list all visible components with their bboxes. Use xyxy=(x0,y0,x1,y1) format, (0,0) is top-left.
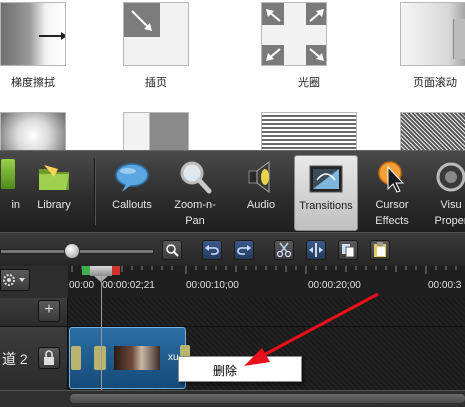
transition-thumb[interactable] xyxy=(123,112,189,150)
playhead-handle[interactable] xyxy=(90,266,112,276)
add-track-row: + xyxy=(0,298,465,326)
copy-icon xyxy=(342,244,355,258)
ruler-time-label: 00:00:10;00 xyxy=(186,280,239,291)
transition-caption: 光圈 xyxy=(298,77,320,89)
transition-thumb[interactable] xyxy=(261,112,357,150)
toolbar-separator xyxy=(94,159,96,225)
track-2-header: 道 2 xyxy=(0,327,68,391)
speaker-icon xyxy=(248,161,270,193)
timeline-scrollbar[interactable] xyxy=(0,390,465,407)
toolbar-cursor-effects-button[interactable]: Cursor Effects xyxy=(364,155,420,231)
ruler-time-label: 00:00:3 xyxy=(428,280,462,291)
add-track-button[interactable]: + xyxy=(38,300,60,322)
scissors-icon xyxy=(276,242,292,258)
toolbar-label: Cursor Effects xyxy=(375,199,409,227)
transition-thumb-gradient-wipe[interactable] xyxy=(0,2,66,66)
visual-properties-icon xyxy=(436,162,465,192)
toolbar-label: Audio xyxy=(246,199,276,211)
timeline-ruler: 00:00 00:00:02;21 00:00:10;00 00:00:20;0… xyxy=(0,266,465,298)
cut-button[interactable] xyxy=(274,240,294,260)
empty-track-area xyxy=(68,298,465,326)
toolbar-visual-properties-button[interactable]: Visu Proper xyxy=(426,155,465,231)
ruler-time-label: 00:00 xyxy=(69,280,95,291)
timeline-control-bar xyxy=(0,232,465,266)
lock-icon xyxy=(44,350,54,365)
transition-caption: 插页 xyxy=(145,77,167,89)
plus-icon: + xyxy=(44,301,54,318)
toolbar-label: in xyxy=(11,199,20,211)
transition-thumb[interactable] xyxy=(400,112,465,150)
folder-icon xyxy=(39,165,69,190)
split-button[interactable] xyxy=(306,240,326,260)
settings-dropdown-button[interactable] xyxy=(0,269,30,291)
track-settings-area xyxy=(0,266,69,298)
context-menu-delete[interactable]: 删除 xyxy=(213,362,237,379)
clip-handle-left[interactable] xyxy=(71,346,81,370)
context-menu: 删除 xyxy=(178,356,302,382)
clip-split-handle[interactable] xyxy=(94,346,106,370)
main-toolbar: in Library Callouts Zoom-n- Pan Audio Tr… xyxy=(0,150,465,232)
scrollbar-thumb[interactable] xyxy=(70,394,465,403)
undo-icon xyxy=(205,245,219,255)
out-point-marker[interactable] xyxy=(112,266,120,275)
ruler-time-label: 00:00:20;00 xyxy=(308,280,361,291)
arrow-right-icon xyxy=(39,32,65,40)
toolbar-audio-button[interactable]: Audio xyxy=(236,155,286,231)
redo-button[interactable] xyxy=(234,240,254,260)
zoom-slider-handle[interactable] xyxy=(64,243,80,259)
media-icon xyxy=(1,159,15,189)
toolbar-transitions-button[interactable]: Transitions xyxy=(294,155,358,231)
transition-caption: 梯度擦拭 xyxy=(11,77,55,89)
split-icon xyxy=(309,243,323,257)
toolbar-label: Callouts xyxy=(112,199,152,211)
copy-button[interactable] xyxy=(338,240,358,260)
ruler-time-area[interactable]: 00:00 00:00:02;21 00:00:10;00 00:00:20;0… xyxy=(68,266,465,298)
clip-label: xu xyxy=(168,352,179,363)
clip-thumbnail xyxy=(114,346,160,370)
arrow-diagonal-icon xyxy=(131,10,152,31)
toolbar-callouts-button[interactable]: Callouts xyxy=(104,155,160,231)
gear-icon xyxy=(3,274,25,286)
speech-bubble-icon xyxy=(115,163,149,192)
toolbar-label: Library xyxy=(37,199,71,211)
zoom-button[interactable] xyxy=(162,240,182,260)
iris-arrows-icon xyxy=(266,9,324,61)
playhead-line xyxy=(101,276,102,392)
toolbar-library-button[interactable]: Library xyxy=(28,155,80,231)
track-name: 道 2 xyxy=(2,351,28,367)
paste-icon xyxy=(374,242,386,257)
toolbar-label: Zoom-n- Pan xyxy=(174,199,216,227)
transition-thumb-insert[interactable] xyxy=(123,2,189,66)
toolbar-label: Visu Proper xyxy=(434,199,465,227)
transitions-gallery: 梯度擦拭 插页 光圈 页面滚动 xyxy=(0,0,465,150)
playhead-time-label: 00:00:02;21 xyxy=(102,280,155,291)
magnifier-icon xyxy=(166,244,179,257)
redo-icon xyxy=(237,245,251,255)
paste-button[interactable] xyxy=(370,240,390,260)
video-clip[interactable]: xu xyxy=(69,327,186,389)
toolbar-zoom-n-pan-button[interactable]: Zoom-n- Pan xyxy=(166,155,224,231)
cursor-icon xyxy=(378,161,405,193)
add-track-header: + xyxy=(0,298,68,326)
undo-button[interactable] xyxy=(202,240,222,260)
transition-caption: 页面滚动 xyxy=(413,77,457,89)
track-lock-button[interactable] xyxy=(38,347,60,369)
transition-thumb-page-roll[interactable] xyxy=(400,2,465,66)
magnifier-icon xyxy=(180,161,212,194)
toolbar-media-bin-button[interactable]: in xyxy=(0,155,20,231)
toolbar-label: Transitions xyxy=(299,200,353,212)
transitions-icon xyxy=(309,165,343,193)
transition-thumb[interactable] xyxy=(0,112,66,150)
in-point-marker[interactable] xyxy=(82,266,90,275)
transition-thumb-iris[interactable] xyxy=(261,2,327,66)
